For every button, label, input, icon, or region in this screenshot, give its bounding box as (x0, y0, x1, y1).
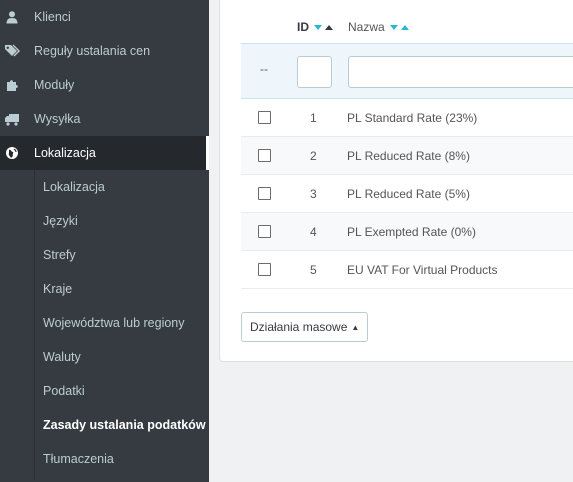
sort-icons (390, 24, 410, 31)
submenu-item-waluty[interactable]: Waluty (0, 340, 209, 374)
sort-asc-icon (325, 24, 334, 30)
bulk-actions-button[interactable]: Działania masowe ▲ (241, 312, 369, 342)
cell-id: 1 (310, 111, 317, 125)
submenu-item-label: Zasady ustalania podatków (43, 418, 206, 432)
table-row[interactable]: 4 PL Exempted Rate (0%) (241, 213, 573, 251)
table-row[interactable]: 3 PL Reduced Rate (5%) (241, 175, 573, 213)
content-panel: ID Nazwa -- 1 PL Standard Rate (23%) 2 P… (219, 0, 573, 362)
submenu-item-label: Lokalizacja (43, 180, 105, 194)
filter-id-input[interactable] (297, 56, 332, 88)
truck-icon (4, 111, 20, 127)
table-row[interactable]: 5 EU VAT For Virtual Products (241, 251, 573, 289)
puzzle-icon (4, 77, 20, 93)
sidebar-item-label: Moduły (34, 78, 75, 92)
cell-name: PL Reduced Rate (5%) (347, 187, 470, 201)
sidebar: Klienci Reguły ustalania cen Moduły Wysy… (0, 0, 209, 482)
cell-id: 4 (310, 225, 317, 239)
sidebar-item-label: Wysyłka (34, 112, 81, 126)
user-icon (4, 9, 20, 25)
submenu-item-label: Strefy (43, 248, 76, 262)
sidebar-submenu: Lokalizacja Języki Strefy Kraje Wojewódz… (0, 170, 209, 482)
submenu-item-label: Tłumaczenia (43, 452, 114, 466)
sidebar-item-wysylka[interactable]: Wysyłka (0, 102, 209, 136)
sidebar-item-label: Reguły ustalania cen (34, 44, 151, 58)
sidebar-item-lokalizacja[interactable]: Lokalizacja (0, 136, 209, 170)
submenu-item-label: Waluty (43, 350, 81, 364)
submenu-item-label: Języki (43, 214, 78, 228)
sidebar-item-label: Lokalizacja (34, 146, 96, 160)
table-header: ID Nazwa (241, 10, 573, 38)
cell-name: PL Exempted Rate (0%) (347, 225, 476, 239)
caret-up-icon: ▲ (351, 322, 360, 332)
row-checkbox[interactable] (258, 187, 271, 200)
cell-name: EU VAT For Virtual Products (347, 263, 498, 277)
submenu-item-label: Podatki (43, 384, 85, 398)
submenu-item-strefy[interactable]: Strefy (0, 238, 209, 272)
cell-name: PL Reduced Rate (8%) (347, 149, 470, 163)
cell-id: 3 (310, 187, 317, 201)
table-row[interactable]: 1 PL Standard Rate (23%) (241, 99, 573, 137)
submenu-item-label: Województwa lub regiony (43, 316, 185, 330)
column-header-id: ID (297, 20, 334, 34)
sidebar-item-klienci[interactable]: Klienci (0, 0, 209, 34)
sort-desc-icon (314, 24, 323, 30)
submenu-item-label: Kraje (43, 282, 73, 296)
tags-icon (4, 43, 20, 59)
cell-name: PL Standard Rate (23%) (347, 111, 478, 125)
row-checkbox[interactable] (258, 149, 271, 162)
submenu-item-kraje[interactable]: Kraje (0, 272, 209, 306)
cell-id: 2 (310, 149, 317, 163)
row-checkbox[interactable] (258, 225, 271, 238)
cell-id: 5 (310, 263, 317, 277)
sidebar-item-label: Klienci (34, 10, 71, 24)
row-checkbox[interactable] (258, 263, 271, 276)
submenu-item-podatki[interactable]: Podatki (0, 374, 209, 408)
submenu-item-tlumaczenia[interactable]: Tłumaczenia (0, 442, 209, 476)
column-header-name-label: Nazwa (348, 20, 385, 34)
submenu-item-wojewodztwa[interactable]: Województwa lub regiony (0, 306, 209, 340)
column-header-id-label: ID (297, 20, 309, 34)
sort-asc-icon (401, 24, 410, 30)
sidebar-item-reguly[interactable]: Reguły ustalania cen (0, 34, 209, 68)
table-row[interactable]: 2 PL Reduced Rate (8%) (241, 137, 573, 175)
bulk-actions-label: Działania masowe (250, 320, 348, 334)
sort-desc-icon (390, 24, 399, 30)
column-header-name: Nazwa (348, 20, 410, 34)
filter-row: -- (241, 43, 573, 99)
globe-icon (4, 145, 20, 161)
sidebar-item-moduly[interactable]: Moduły (0, 68, 209, 102)
submenu-item-zasady[interactable]: Zasady ustalania podatków (0, 408, 209, 442)
filter-dash: -- (260, 62, 268, 76)
submenu-item-lokalizacja[interactable]: Lokalizacja (0, 170, 209, 204)
submenu-item-jezyki[interactable]: Języki (0, 204, 209, 238)
sort-icons (314, 24, 334, 31)
row-checkbox[interactable] (258, 111, 271, 124)
filter-name-input[interactable] (348, 56, 573, 88)
